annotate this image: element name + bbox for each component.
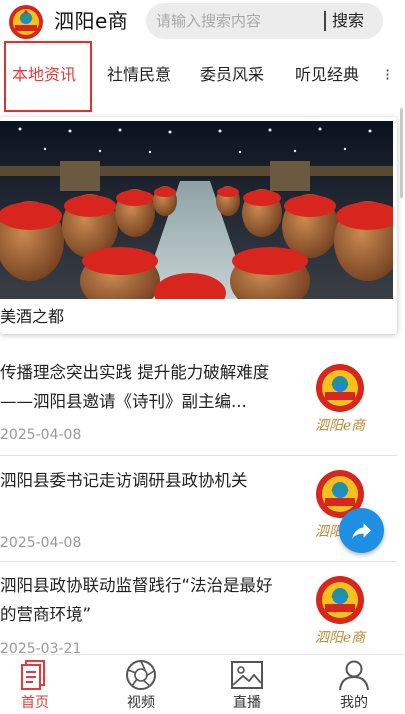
nav-live[interactable]: 直播 bbox=[212, 655, 282, 714]
scrollbar[interactable] bbox=[400, 108, 403, 198]
home-document-icon bbox=[21, 660, 45, 690]
search-bar[interactable]: 搜索 bbox=[146, 3, 383, 39]
nav-mine[interactable]: 我的 bbox=[319, 655, 389, 714]
nav-label: 直播 bbox=[233, 695, 261, 711]
search-input[interactable] bbox=[156, 9, 318, 33]
camera-aperture-icon bbox=[126, 660, 156, 690]
banner-carousel[interactable]: 美酒之都 bbox=[0, 117, 397, 334]
news-date: 2025-04-08 bbox=[0, 427, 82, 443]
news-title: 传播理念突出实践 提升能力破解难度——泗阳县邀请《诗刊》副主编... bbox=[0, 363, 270, 411]
bottom-navigation: 首页 视频 直播 我的 bbox=[0, 654, 405, 714]
news-title: 泗阳县政协联动监督践行“法治是最好的营商环境” bbox=[0, 576, 273, 624]
tab-overflow-indicator[interactable]: ⁝ bbox=[385, 62, 390, 88]
news-thumbnail-emblem: 泗阳e商 bbox=[315, 364, 367, 434]
user-icon bbox=[339, 660, 369, 691]
share-arrow-icon bbox=[352, 523, 371, 539]
nav-label: 我的 bbox=[340, 695, 368, 711]
news-divider bbox=[0, 561, 397, 562]
nav-label: 首页 bbox=[21, 695, 49, 711]
tab-member-profiles[interactable]: 委员风采 bbox=[200, 62, 264, 88]
active-tab-highlight-box bbox=[4, 41, 92, 112]
banner-caption: 美酒之都 bbox=[0, 307, 65, 326]
news-divider bbox=[0, 455, 397, 456]
news-title: 泗阳县委书记走访调研县政协机关 bbox=[0, 471, 248, 490]
app-title: 泗阳e商 bbox=[54, 9, 129, 33]
search-button[interactable]: 搜索 bbox=[332, 9, 364, 33]
image-icon bbox=[231, 661, 263, 689]
svg-text:泗阳e商: 泗阳e商 bbox=[315, 418, 367, 434]
news-thumbnail-emblem: 泗阳e商 bbox=[315, 576, 367, 646]
news-item[interactable]: 传播理念突出实践 提升能力破解难度——泗阳县邀请《诗刊》副主编... 2025-… bbox=[0, 358, 397, 466]
cppcc-emblem-logo bbox=[9, 5, 43, 39]
tab-classics[interactable]: 听见经典 bbox=[295, 62, 359, 88]
svg-text:泗阳e商: 泗阳e商 bbox=[315, 630, 367, 646]
tab-social-opinion[interactable]: 社情民意 bbox=[107, 62, 171, 88]
share-button[interactable] bbox=[339, 508, 384, 553]
wine-cellar-jars-image bbox=[0, 121, 393, 299]
nav-video[interactable]: 视频 bbox=[106, 655, 176, 714]
nav-label: 视频 bbox=[127, 695, 155, 711]
nav-home[interactable]: 首页 bbox=[0, 655, 70, 714]
search-divider bbox=[324, 11, 326, 31]
news-date: 2025-04-08 bbox=[0, 535, 82, 551]
header: 泗阳e商 搜索 bbox=[0, 0, 405, 44]
news-item[interactable]: 泗阳县委书记走访调研县政协机关 2025-04-08 泗阳e商 bbox=[0, 466, 397, 574]
